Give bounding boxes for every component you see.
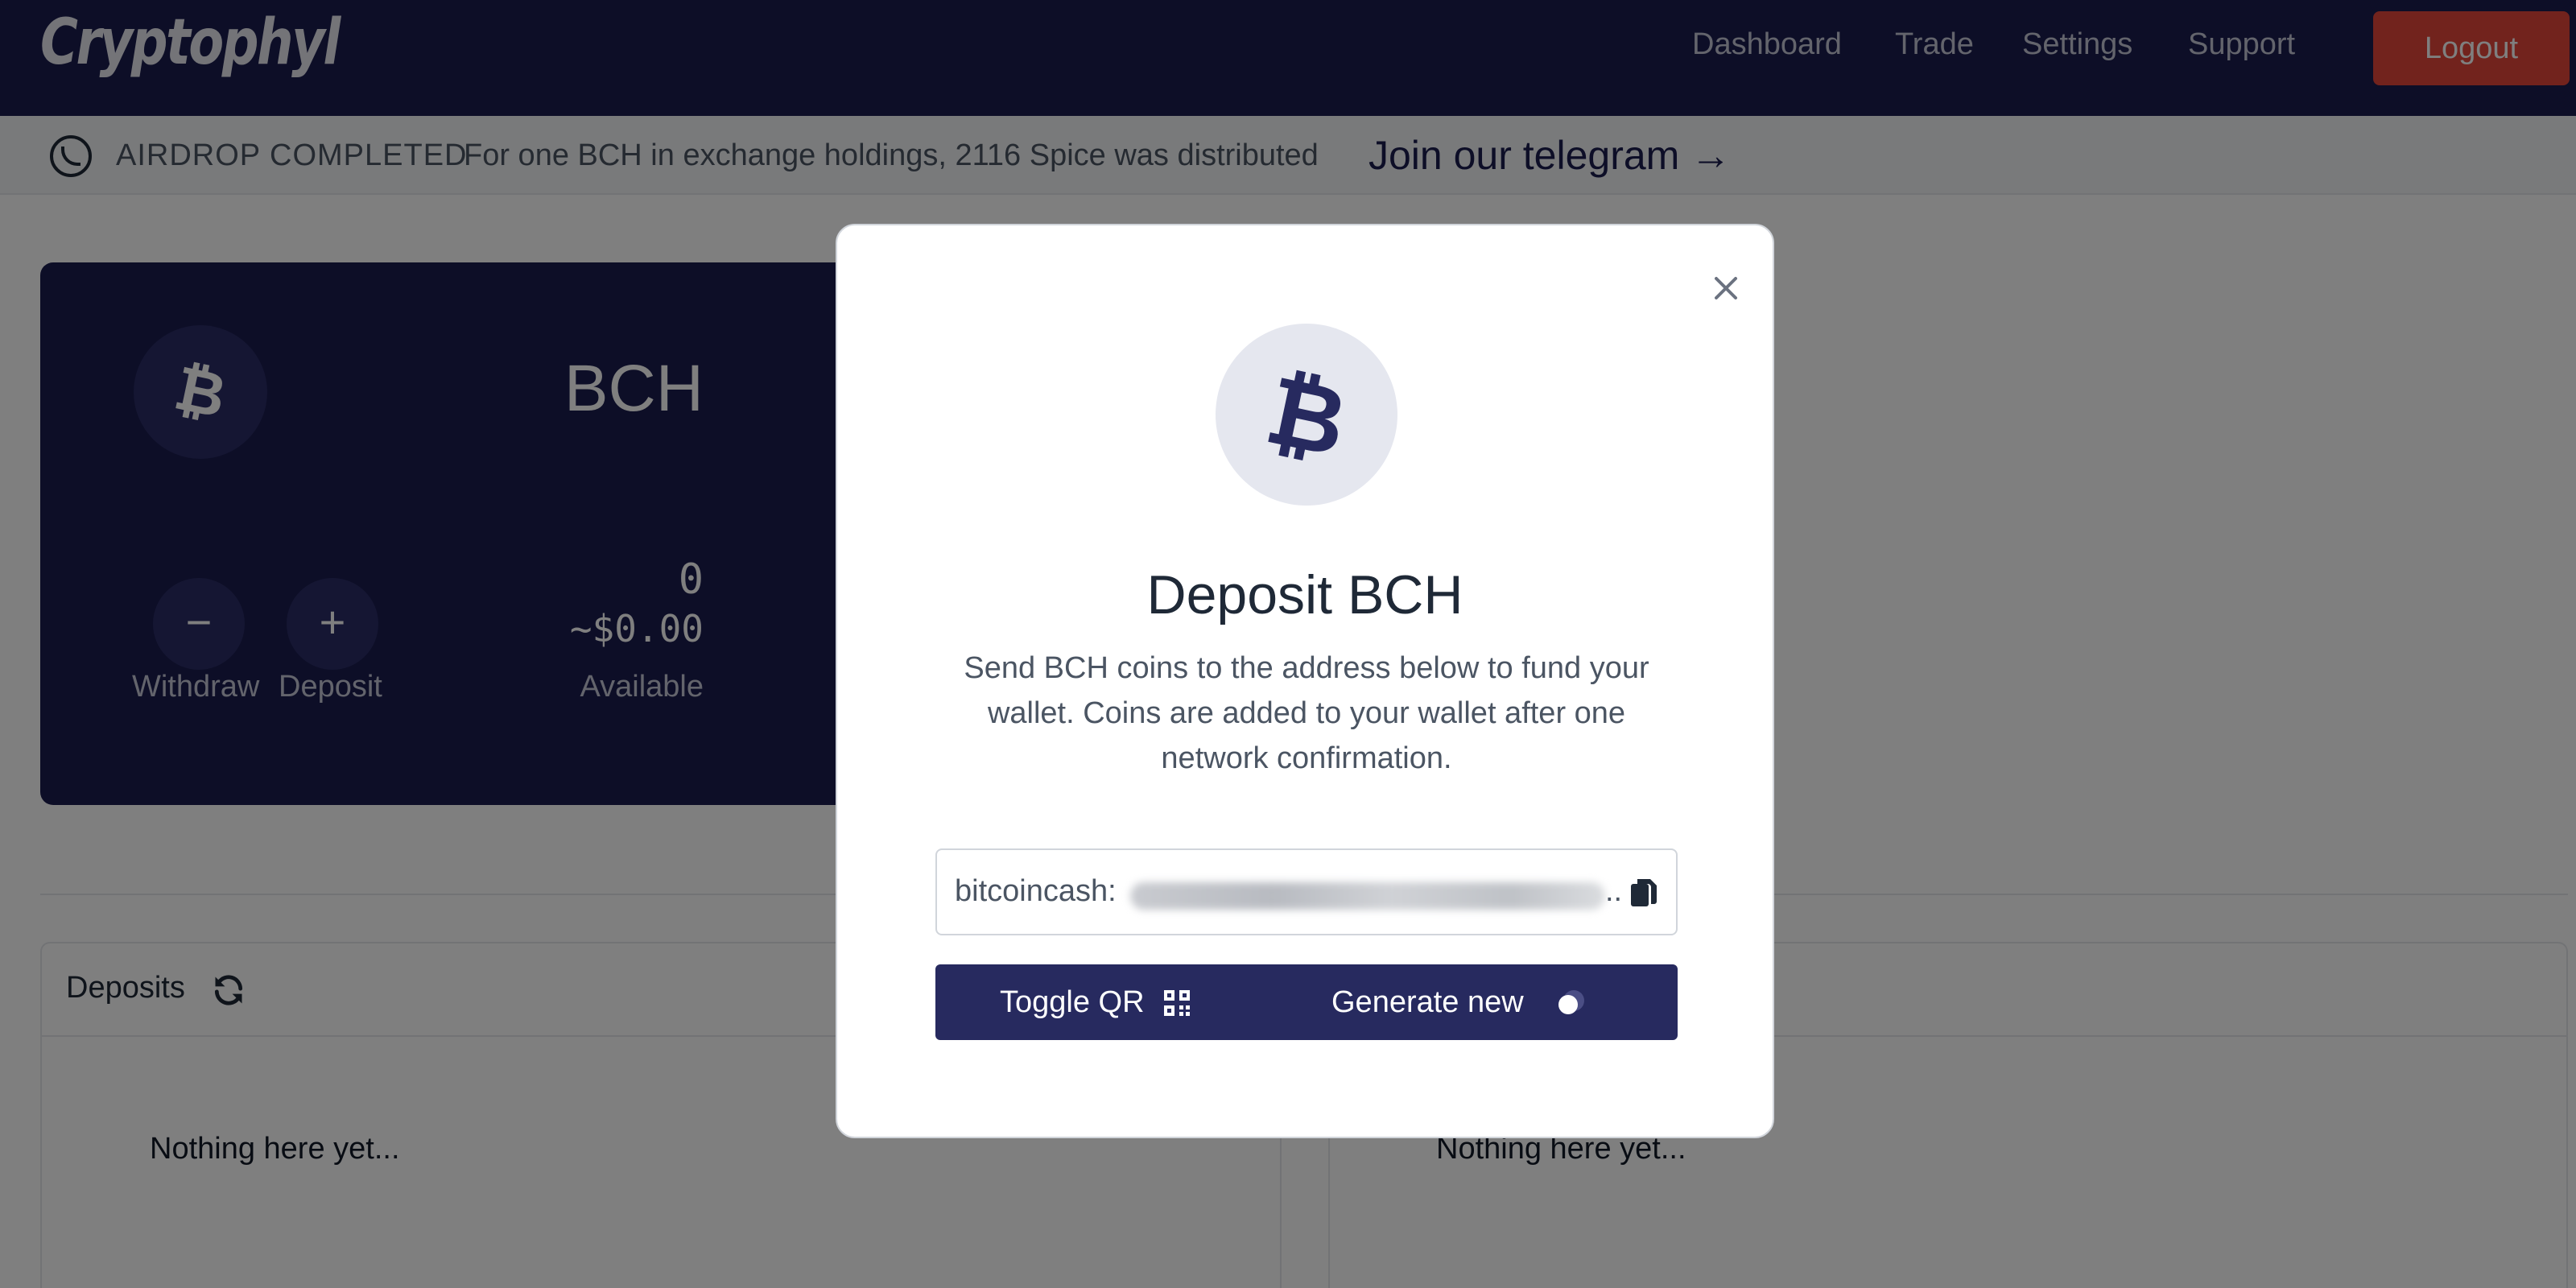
coin-badge-large: ₿ — [1216, 324, 1397, 506]
address-redacted — [1130, 882, 1605, 910]
modal-title: Deposit BCH — [1146, 564, 1463, 625]
qr-code-icon — [1164, 990, 1190, 1016]
toggle-qr-button[interactable]: Toggle QR — [1000, 964, 1265, 1040]
modal-actions: Toggle QR Generate new — [935, 964, 1678, 1040]
address-ellipsis: .. — [1605, 874, 1623, 908]
svg-text:₿: ₿ — [1262, 369, 1351, 465]
toggle-switch-icon[interactable] — [1555, 987, 1586, 1018]
toggle-qr-label: Toggle QR — [1000, 985, 1145, 1019]
modal-description: Send BCH coins to the address below to f… — [964, 651, 1649, 775]
generate-new-button[interactable]: Generate new — [1331, 964, 1557, 1040]
close-icon[interactable] — [1703, 266, 1748, 311]
bitcoin-icon: ₿ — [1262, 369, 1351, 465]
generate-new-label: Generate new — [1331, 985, 1524, 1019]
address-prefix: bitcoincash: — [955, 874, 1117, 908]
copy-icon[interactable] — [1628, 876, 1660, 911]
address-field[interactable]: bitcoincash: .. — [935, 848, 1678, 935]
deposit-modal: ₿ Deposit BCH Send BCH coins to the addr… — [836, 224, 1774, 1138]
